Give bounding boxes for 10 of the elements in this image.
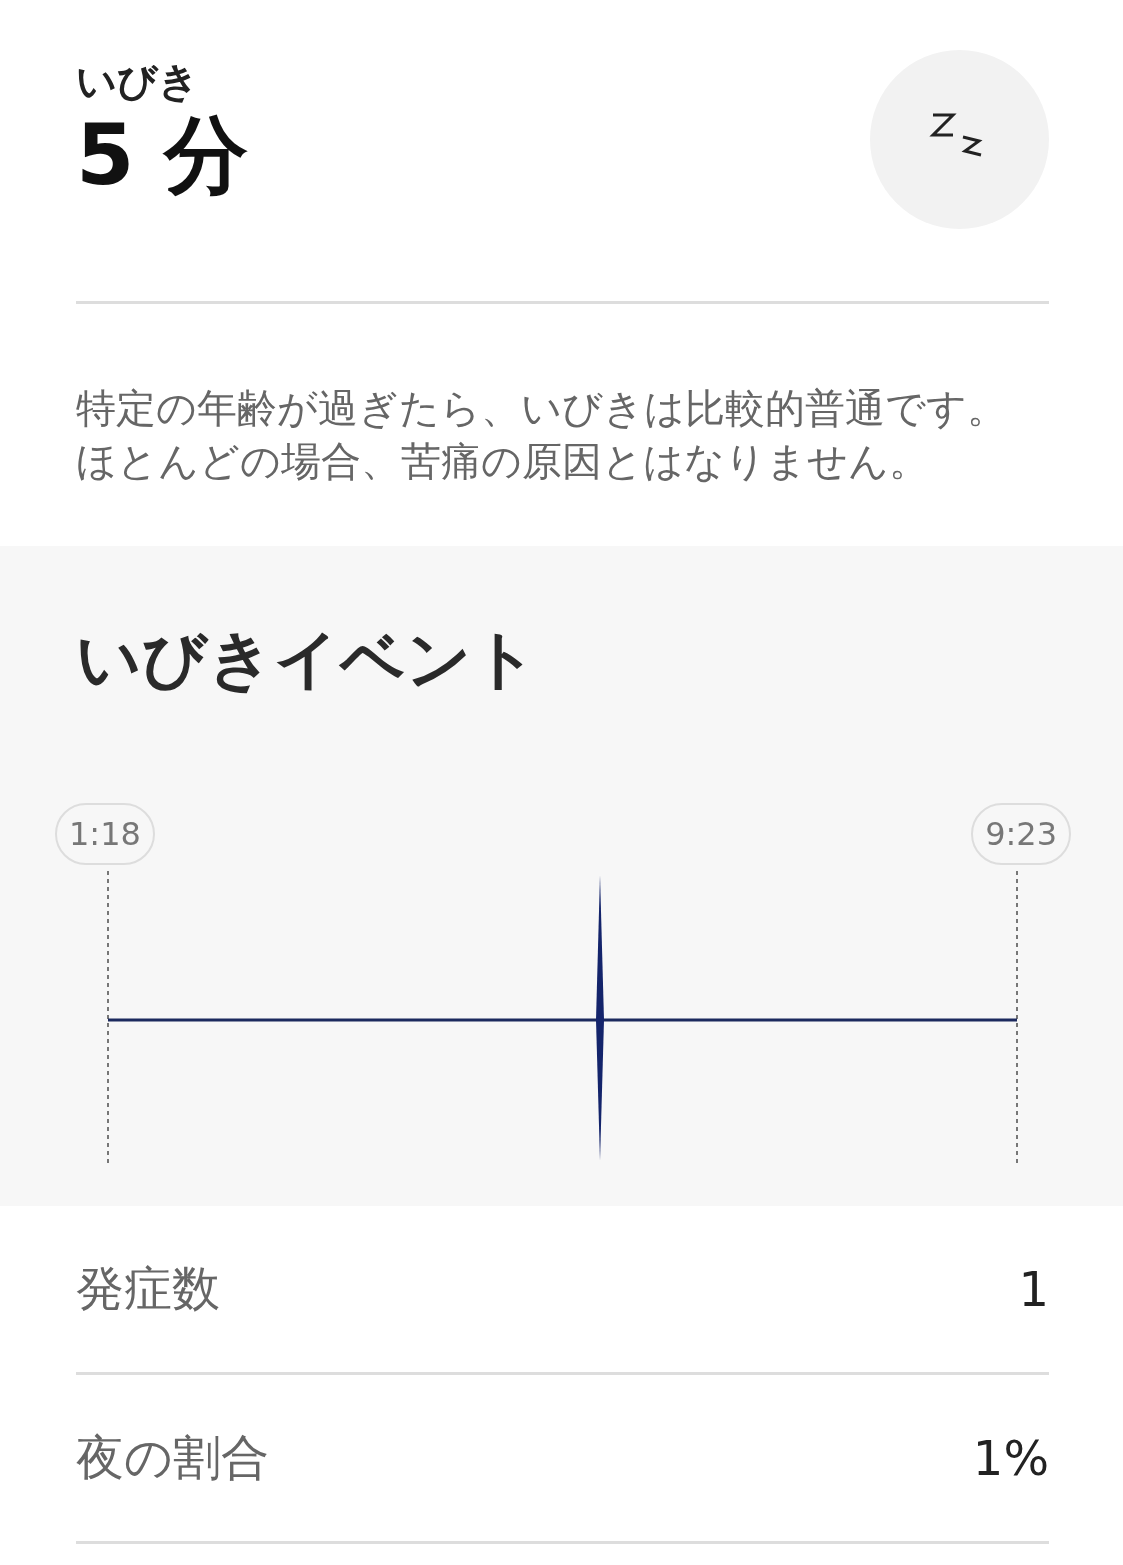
metric-label: いびき <box>76 57 200 106</box>
stat-value: 1 <box>1018 1261 1049 1317</box>
description-text: 特定の年齢が過ぎたら、いびきは比較的普通です。ほとんどの場合、苦痛の原因とはなりません。 <box>76 384 1008 486</box>
section-title: いびきイベント <box>76 621 539 698</box>
start-time-label: 1:18 <box>55 803 155 865</box>
stat-label: 夜の割合 <box>76 1428 269 1487</box>
stat-label: 発症数 <box>76 1259 220 1318</box>
end-time-label: 9:23 <box>971 803 1071 865</box>
metric-value: 5 分 <box>76 109 248 202</box>
stat-value: 1% <box>972 1430 1049 1486</box>
